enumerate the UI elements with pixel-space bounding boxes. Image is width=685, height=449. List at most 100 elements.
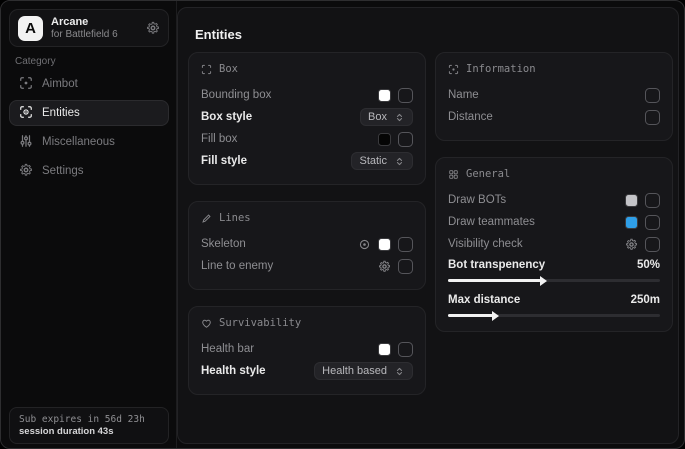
skeleton-checkbox[interactable]	[398, 237, 413, 252]
card-title: Lines	[219, 212, 251, 224]
sidebar: A Arcane for Battlefield 6 Category Aimb…	[1, 1, 177, 448]
scan-icon	[201, 64, 212, 75]
sidebar-item-label: Settings	[42, 165, 84, 177]
distance-checkbox[interactable]	[645, 110, 660, 125]
sidebar-item-aimbot[interactable]: Aimbot	[9, 71, 169, 97]
line-to-enemy-checkbox[interactable]	[398, 259, 413, 274]
card-information: Information Name Distance	[435, 52, 673, 141]
color-swatch[interactable]	[378, 89, 391, 102]
chevron-up-down-icon	[394, 156, 405, 167]
row-visibility-check: Visibility check	[448, 233, 660, 255]
slider-fill	[448, 279, 541, 282]
sidebar-item-miscellaneous[interactable]: Miscellaneous	[9, 129, 169, 155]
column-left: Box Bounding box Box style Box	[188, 52, 426, 411]
health-style-select[interactable]: Health based	[314, 362, 413, 380]
bot-transparency-value: 50%	[637, 259, 660, 271]
gear-icon[interactable]	[378, 260, 391, 273]
bounding-box-checkbox[interactable]	[398, 88, 413, 103]
session-duration-text: session duration 43s	[19, 426, 159, 437]
sliders-icon	[19, 134, 33, 151]
sidebar-item-label: Miscellaneous	[42, 136, 115, 148]
bot-transparency-slider[interactable]	[448, 279, 660, 282]
chevron-up-down-icon	[394, 112, 405, 123]
sub-expiry-text: Sub expires in 56d 23h	[19, 414, 159, 425]
row-name: Name	[448, 84, 660, 106]
sidebar-item-settings[interactable]: Settings	[9, 158, 169, 184]
row-label: Health bar	[201, 343, 254, 355]
card-box: Box Bounding box Box style Box	[188, 52, 426, 185]
app-subtitle: for Battlefield 6	[51, 29, 138, 41]
max-distance-value: 250m	[631, 294, 660, 306]
selected-value: Static	[359, 155, 387, 167]
row-distance: Distance	[448, 106, 660, 128]
row-max-distance: Max distance 250m	[448, 290, 660, 310]
scan-eye-icon	[19, 105, 33, 122]
slider-thumb[interactable]	[540, 276, 547, 286]
info-scan-icon	[448, 64, 459, 75]
draw-bots-checkbox[interactable]	[645, 193, 660, 208]
color-swatch[interactable]	[378, 238, 391, 251]
card-title: Box	[219, 63, 238, 75]
row-label: Distance	[448, 111, 493, 123]
row-label: Skeleton	[201, 238, 246, 250]
box-style-select[interactable]: Box	[360, 108, 413, 126]
gear-icon[interactable]	[625, 238, 638, 251]
row-label: Draw BOTs	[448, 194, 506, 206]
heart-icon	[201, 318, 212, 329]
category-label: Category	[15, 56, 56, 67]
row-draw-bots: Draw BOTs	[448, 189, 660, 211]
pencil-icon	[201, 213, 212, 224]
app-name: Arcane	[51, 16, 138, 29]
fill-style-select[interactable]: Static	[351, 152, 413, 170]
row-label: Draw teammates	[448, 216, 535, 228]
sidebar-nav: Aimbot Entities Miscellaneous Settings	[9, 71, 169, 184]
main-panel: Entities Box Bounding box Box style	[177, 7, 679, 444]
max-distance-slider[interactable]	[448, 314, 660, 317]
subscription-info: Sub expires in 56d 23h session duration …	[9, 407, 169, 444]
header-gear-icon[interactable]	[146, 21, 160, 35]
card-title: General	[466, 168, 510, 180]
row-label: Fill style	[201, 155, 247, 167]
row-label: Max distance	[448, 294, 520, 306]
brand-text: Arcane for Battlefield 6	[51, 16, 138, 40]
grid-icon	[448, 169, 459, 180]
card-title: Survivability	[219, 317, 301, 329]
row-label: Bot transpenency	[448, 259, 545, 271]
sidebar-item-label: Aimbot	[42, 78, 78, 90]
draw-teammates-checkbox[interactable]	[645, 215, 660, 230]
brand-card: A Arcane for Battlefield 6	[9, 9, 169, 47]
sidebar-item-entities[interactable]: Entities	[9, 100, 169, 126]
card-title: Information	[466, 63, 536, 75]
row-label: Bounding box	[201, 89, 271, 101]
column-right: Information Name Distance General	[435, 52, 673, 348]
chevron-up-down-icon	[394, 366, 405, 377]
row-fill-box: Fill box	[201, 128, 413, 150]
row-label: Visibility check	[448, 238, 523, 250]
name-checkbox[interactable]	[645, 88, 660, 103]
gear-icon	[19, 163, 33, 180]
row-bounding-box: Bounding box	[201, 84, 413, 106]
color-swatch[interactable]	[625, 194, 638, 207]
card-survivability: Survivability Health bar Health style He…	[188, 306, 426, 395]
slider-thumb[interactable]	[492, 311, 499, 321]
slider-fill	[448, 314, 493, 317]
row-line-to-enemy: Line to enemy	[201, 255, 413, 277]
row-draw-teammates: Draw teammates	[448, 211, 660, 233]
row-health-style: Health style Health based	[201, 360, 413, 382]
fill-box-checkbox[interactable]	[398, 132, 413, 147]
row-skeleton: Skeleton	[201, 233, 413, 255]
visibility-check-checkbox[interactable]	[645, 237, 660, 252]
color-swatch[interactable]	[625, 216, 638, 229]
sidebar-item-label: Entities	[42, 107, 80, 119]
health-bar-checkbox[interactable]	[398, 342, 413, 357]
card-lines: Lines Skeleton Line to enemy	[188, 201, 426, 290]
eye-icon[interactable]	[358, 238, 371, 251]
selected-value: Health based	[322, 365, 387, 377]
color-swatch[interactable]	[378, 343, 391, 356]
row-label: Health style	[201, 365, 266, 377]
page-title: Entities	[195, 27, 242, 42]
color-swatch[interactable]	[378, 133, 391, 146]
row-fill-style: Fill style Static	[201, 150, 413, 172]
app-window: A Arcane for Battlefield 6 Category Aimb…	[0, 0, 685, 449]
row-label: Line to enemy	[201, 260, 273, 272]
